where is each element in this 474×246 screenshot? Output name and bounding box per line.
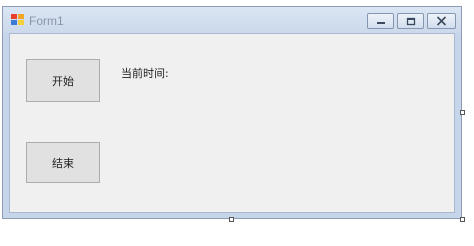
resize-handle-bottom[interactable] — [229, 217, 234, 222]
stop-button[interactable]: 结束 — [26, 142, 100, 183]
window-title: Form1 — [29, 14, 64, 28]
close-button[interactable] — [427, 13, 456, 29]
form-window: Form1 开始 结束 当前时间: — [2, 6, 462, 219]
start-button[interactable]: 开始 — [26, 59, 100, 102]
minimize-icon — [376, 22, 385, 24]
minimize-button[interactable] — [367, 13, 394, 29]
close-icon — [436, 16, 447, 26]
resize-handle-right[interactable] — [460, 110, 465, 115]
current-time-label: 当前时间: — [121, 67, 169, 80]
resize-handle-corner[interactable] — [460, 217, 465, 222]
maximize-icon — [406, 17, 415, 25]
designer-surface: Form1 开始 结束 当前时间: — [0, 0, 474, 246]
form-app-icon — [11, 14, 24, 25]
maximize-button[interactable] — [397, 13, 424, 29]
title-bar[interactable]: Form1 — [3, 7, 461, 33]
form-client-area: 开始 结束 当前时间: — [9, 33, 455, 213]
